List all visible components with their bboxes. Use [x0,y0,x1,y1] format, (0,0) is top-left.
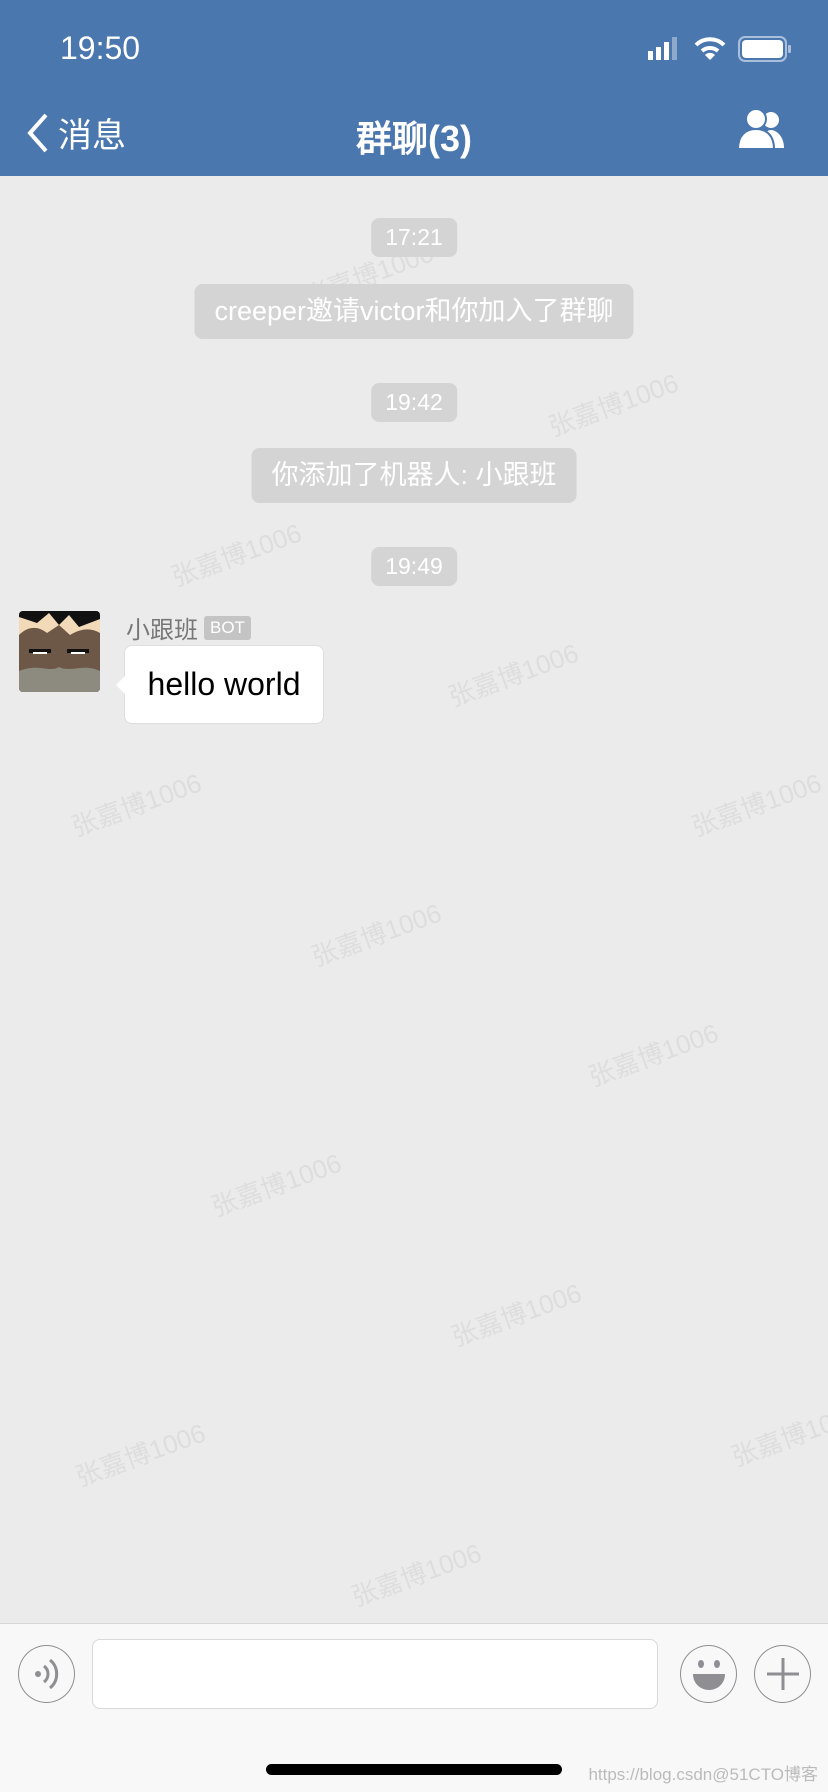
nav-header: 19:50 消息 群聊(3) [0,0,828,176]
sender-name: 小跟班 [126,617,198,644]
plus-icon [766,1658,799,1690]
watermark: 张嘉博1006 [347,1537,486,1613]
watermark: 张嘉博1006 [444,637,583,713]
watermark: 张嘉博1006 [687,767,826,843]
signal-icon [648,37,677,60]
voice-icon [34,1658,58,1690]
status-icons [648,36,792,62]
system-message: creeper邀请victor和你加入了群聊 [194,284,634,339]
watermark: 张嘉博1006 [727,1397,828,1473]
group-members-button[interactable] [736,108,790,155]
page-title: 群聊(3) [356,118,472,159]
message-bubble[interactable]: hello world [116,645,324,724]
watermark: 张嘉博1006 [447,1277,586,1353]
sender-name-row: 小跟班 BOT [126,610,251,645]
message-input[interactable] [92,1639,658,1709]
bot-badge: BOT [204,615,251,640]
watermark: 张嘉博1006 [67,767,206,843]
watermark: 张嘉博1006 [584,1017,723,1093]
system-message: 你添加了机器人: 小跟班 [251,448,577,503]
battery-icon [738,36,791,62]
emoji-icon [692,1660,725,1690]
avatar[interactable] [19,611,100,692]
watermark: 张嘉博1006 [307,897,446,973]
watermark: 张嘉博1006 [71,1417,210,1493]
watermark: 张嘉博1006 [207,1147,346,1223]
watermark: 张嘉博1006 [544,367,683,443]
watermark: 张嘉博1006 [167,517,306,593]
emoji-button[interactable] [680,1645,737,1703]
group-members-icon [736,108,784,150]
home-indicator [266,1764,562,1775]
more-button[interactable] [754,1645,811,1703]
wifi-icon [694,37,726,60]
timestamp: 19:42 [371,383,457,422]
voice-button[interactable] [18,1645,75,1703]
timestamp: 19:49 [371,547,457,586]
credit-watermark: https://blog.csdn@51CTO博客 [588,1765,818,1784]
status-time: 19:50 [60,30,141,66]
timestamp: 17:21 [371,218,457,257]
